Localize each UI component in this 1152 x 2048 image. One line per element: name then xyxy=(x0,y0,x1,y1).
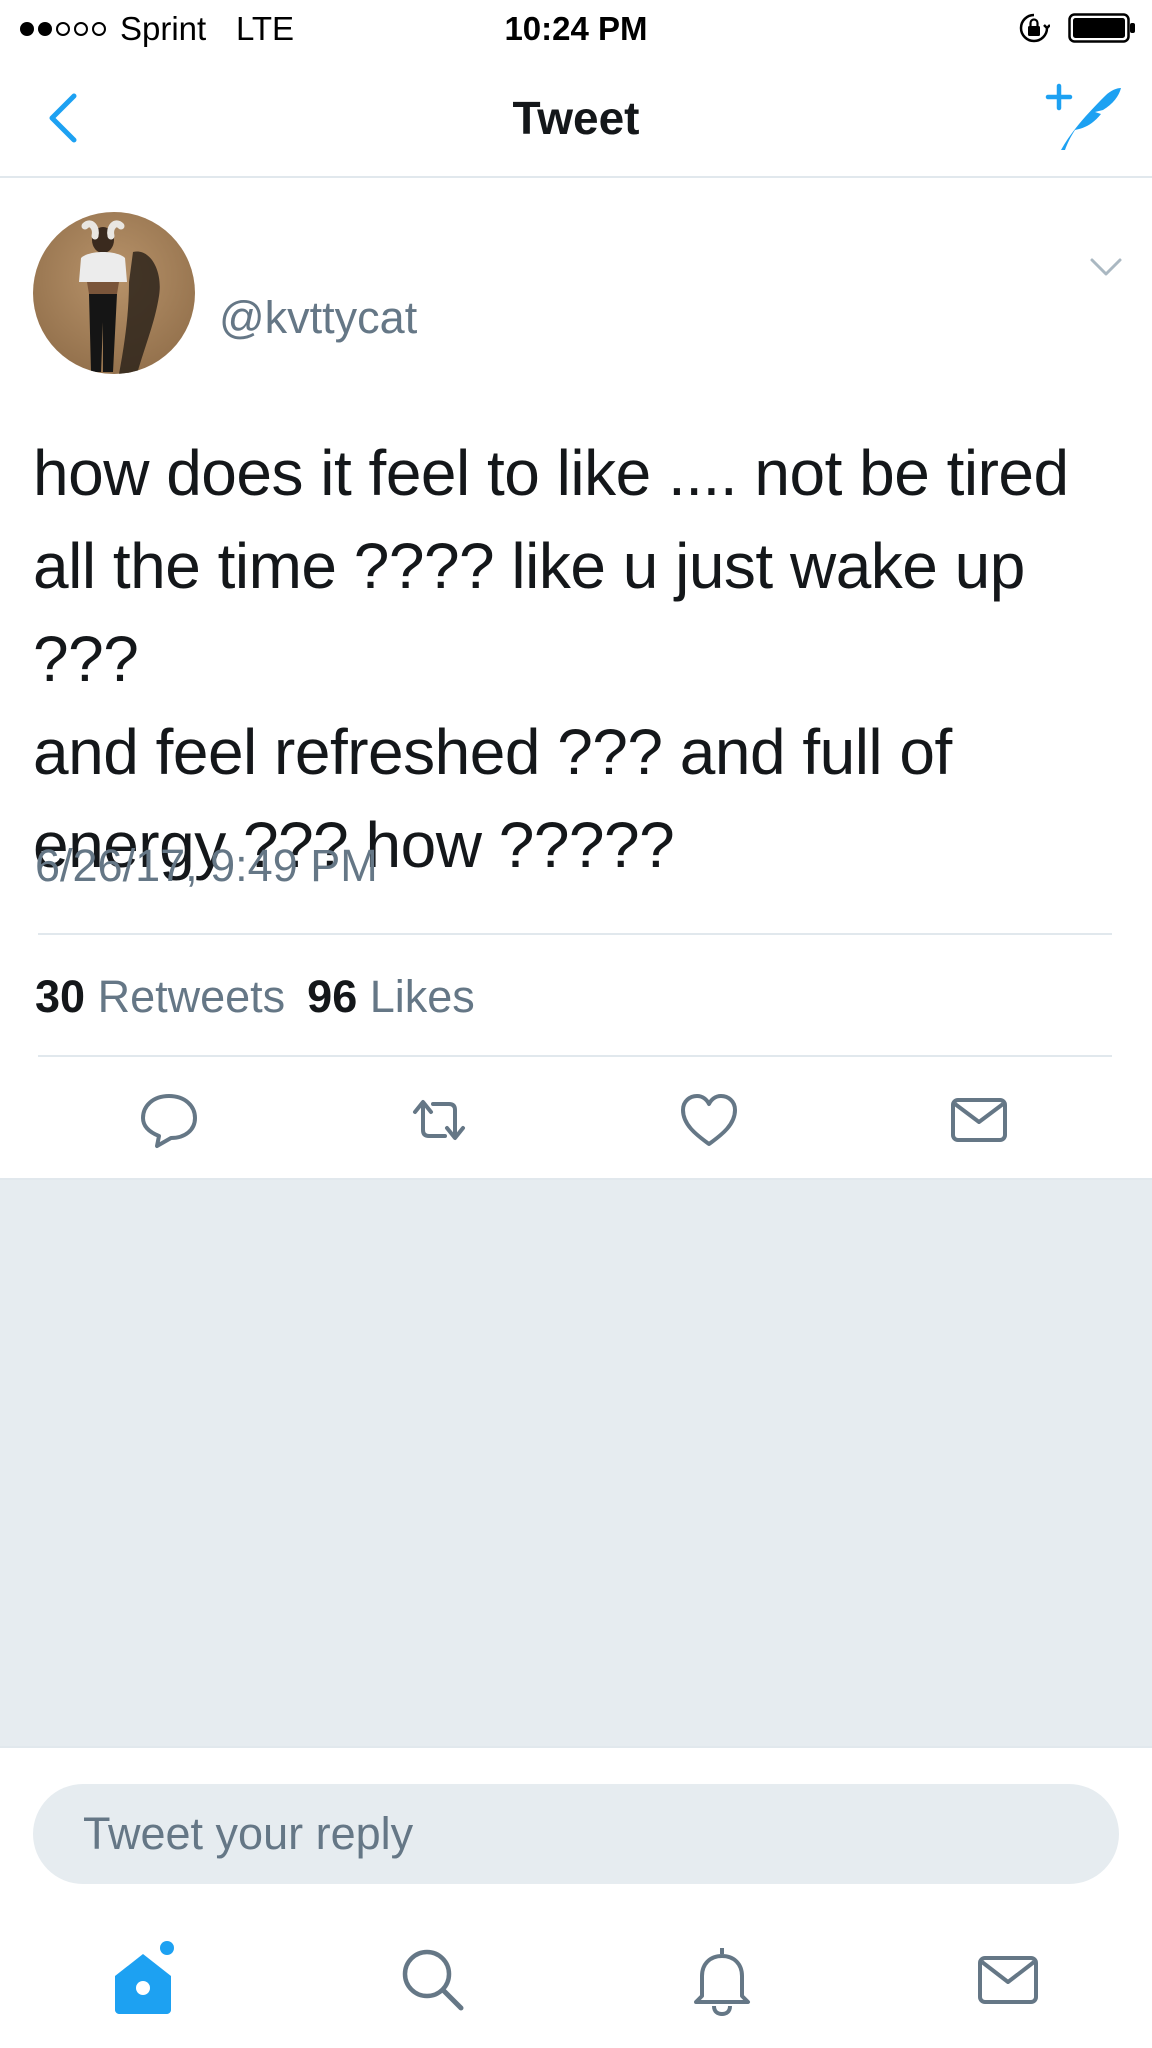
avatar[interactable] xyxy=(33,212,195,374)
compose-tweet-icon[interactable] xyxy=(1045,82,1125,154)
retweets-label: Retweets xyxy=(97,971,286,1022)
likes-count: 96 xyxy=(307,971,358,1022)
status-time: 10:24 PM xyxy=(504,10,648,47)
tweet-stats: 30 Retweets 96 Likes xyxy=(35,965,497,1029)
divider xyxy=(38,933,1112,935)
retweets-stat[interactable]: 30 Retweets xyxy=(35,965,285,1029)
home-icon[interactable] xyxy=(105,1940,185,2020)
envelope-icon[interactable] xyxy=(970,1940,1050,2020)
envelope-icon[interactable] xyxy=(947,1088,1011,1152)
heart-icon[interactable] xyxy=(677,1088,741,1152)
author-handle[interactable]: @kvttycat xyxy=(219,290,417,346)
battery-icon xyxy=(1068,13,1135,43)
bell-icon[interactable] xyxy=(682,1940,762,2020)
replies-empty-area xyxy=(0,1178,1152,1748)
reply-input[interactable]: Tweet your reply xyxy=(33,1784,1119,1884)
status-bar: Sprint LTE 10:24 PM xyxy=(0,0,1152,58)
retweets-count: 30 xyxy=(35,971,86,1022)
tweet-timestamp: 6/26/17, 9:49 PM xyxy=(35,840,378,891)
page-title: Tweet xyxy=(512,92,640,144)
tweet-text: how does it feel to like .... not be tir… xyxy=(33,437,1069,881)
divider xyxy=(38,1055,1112,1057)
likes-stat[interactable]: 96 Likes xyxy=(307,965,475,1029)
retweet-icon[interactable] xyxy=(407,1088,471,1152)
search-icon[interactable] xyxy=(393,1940,473,2020)
reply-bubble-icon[interactable] xyxy=(137,1088,201,1152)
navigation-bar: Tweet xyxy=(0,58,1152,178)
likes-label: Likes xyxy=(369,971,475,1022)
chevron-down-icon[interactable] xyxy=(1086,250,1126,284)
rotation-lock-icon xyxy=(1019,13,1050,43)
